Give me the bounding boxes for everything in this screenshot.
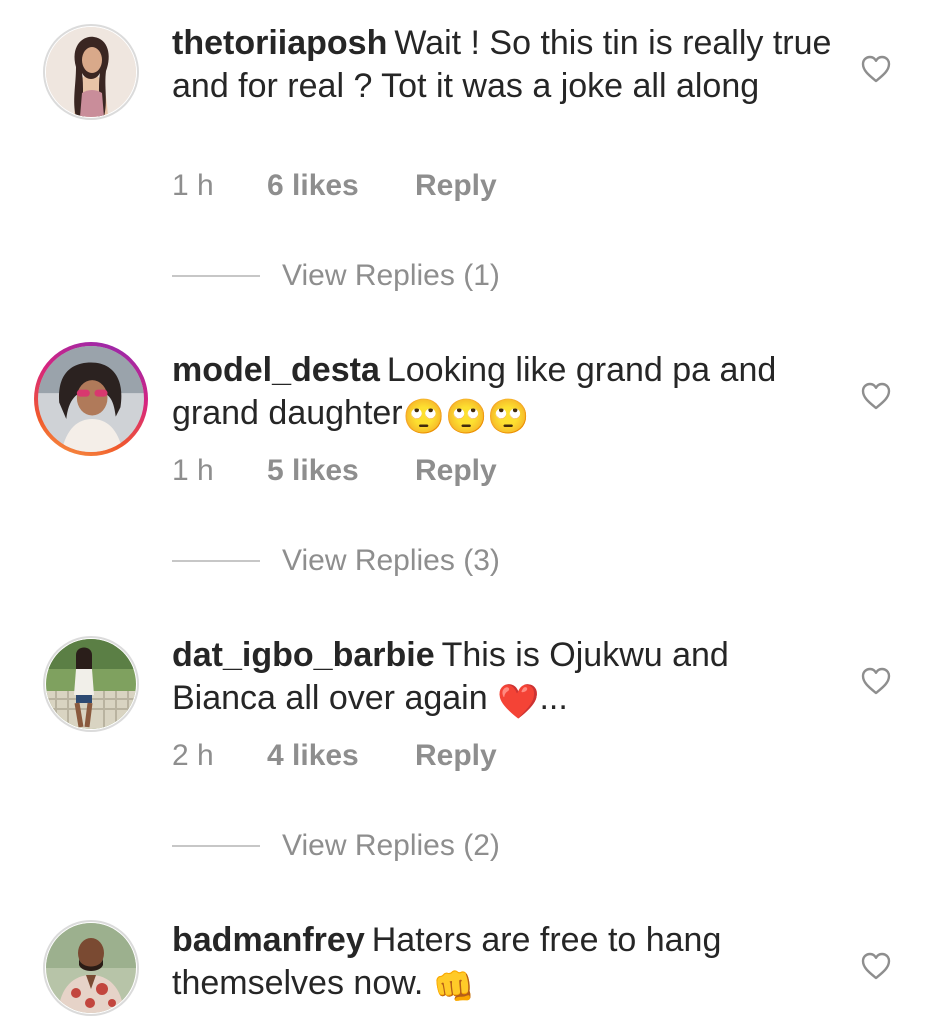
heart-outline-icon[interactable] [860,666,892,696]
comment-text: dat_igbo_barbie This is Ojukwu and Bianca… [172,634,832,724]
comment-body-suffix: ... [539,679,568,717]
red-heart-emoji-icon: ❤️ [497,683,540,721]
comment-likes[interactable]: 5 likes [267,451,359,491]
comment-username[interactable]: dat_igbo_barbie [172,636,435,674]
replies-divider [172,845,260,847]
avatar[interactable] [43,24,139,120]
view-replies-label: View Replies (3) [282,544,500,577]
comment-text: thetoriiaposh Wait ! So this tin is reall… [172,22,832,108]
reply-button[interactable]: Reply [415,166,497,206]
heart-outline-icon[interactable] [860,381,892,411]
profile-photo-icon [46,27,136,117]
comment-time: 2 h [172,739,214,772]
comment-text: model_desta Looking like grand pa and gra… [172,349,832,439]
avatar[interactable] [34,342,148,456]
profile-photo-icon [46,639,136,729]
replies-divider [172,560,260,562]
comment-time: 1 h [172,169,214,202]
comment-username[interactable]: thetoriiaposh [172,24,387,62]
comment-username[interactable]: badmanfrey [172,921,365,959]
avatar[interactable] [43,636,139,732]
reply-button[interactable]: Reply [415,451,497,491]
comment-likes[interactable]: 6 likes [267,166,359,206]
fist-bump-emoji-icon: 👊 [432,968,476,1006]
heart-outline-icon[interactable] [860,951,892,981]
comment-likes[interactable]: 4 likes [267,736,359,776]
view-replies-label: View Replies (1) [282,259,500,292]
comment-time: 1 h [172,454,214,487]
avatar[interactable] [43,920,139,1016]
eye-roll-emoji-icon: 🙄🙄🙄 [402,398,530,436]
comment-text: badmanfrey Haters are free to hang themse… [172,919,832,1009]
profile-photo-icon [46,923,136,1013]
view-replies-label: View Replies (2) [282,829,500,862]
reply-button[interactable]: Reply [415,736,497,776]
heart-outline-icon[interactable] [860,54,892,84]
profile-photo-icon [38,346,144,452]
replies-divider [172,275,260,277]
comment-username[interactable]: model_desta [172,351,380,389]
